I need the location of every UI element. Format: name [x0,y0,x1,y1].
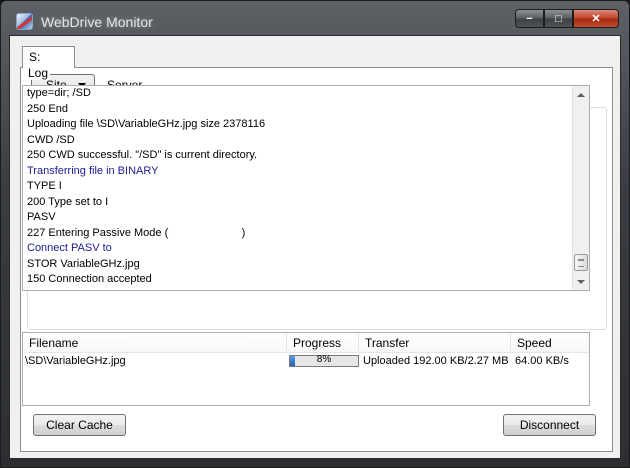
window-title: WebDrive Monitor [41,14,153,30]
tab-drive-s[interactable]: S: [22,46,75,68]
log-line: 250 CWD successful. "/SD" is current dir… [27,149,258,161]
webdrive-app-icon [16,13,33,30]
transfer-list-header: Filename Progress Transfer Speed [23,333,589,353]
log-line: Uploading file \SD\VariableGHz.jpg size … [27,118,266,130]
log-line: 150 Connection accepted [27,273,152,285]
log-lines: type=dir; /SD 250 End Uploading file \SD\V… [27,86,567,288]
transfer-list[interactable]: Filename Progress Transfer Speed \SD\Var… [22,332,590,406]
log-line: CWD /SD [27,133,75,146]
progress-bar: 8% [289,354,359,367]
log-scrollbar[interactable] [572,86,589,290]
scroll-up-arrow[interactable] [573,86,589,103]
maximize-button[interactable]: □ [544,9,573,28]
close-icon: ✕ [591,13,601,25]
log-textbox[interactable]: type=dir; /SD 250 End Uploading file \SD\V… [22,85,590,291]
filename-cell: \SD\VariableGHz.jpg [25,355,126,367]
table-row[interactable]: \SD\VariableGHz.jpg 8% Uploaded 192.00 K… [23,353,589,369]
close-button[interactable]: ✕ [573,9,619,28]
minimize-icon: − [526,12,533,25]
arrow-down-icon [577,279,585,284]
window-controls: − □ ✕ [515,9,619,29]
disconnect-button[interactable]: Disconnect [503,414,596,436]
log-line: PASV [27,211,56,223]
column-header-progress[interactable]: Progress [287,333,359,353]
arrow-up-icon [577,92,585,97]
log-line: 227 Entering Passive Mode ( ) [27,226,246,239]
client-area: S: Site Server Log type=dir; /SD250 EndU… [9,35,621,459]
transfer-cell: Uploaded 192.00 KB/2.27 MB [363,355,509,367]
log-line: 200 Type set to I [27,195,109,208]
log-line: Transferring file in BINARY [27,164,159,177]
log-line: 250 End [27,102,68,115]
app-window: WebDrive Monitor − □ ✕ S: Site Server Lo… [0,0,630,468]
log-line: TYPE I [27,180,62,192]
scroll-thumb[interactable] [574,254,588,271]
column-header-speed[interactable]: Speed [511,333,589,353]
speed-cell: 64.00 KB/s [515,355,569,367]
clear-cache-button[interactable]: Clear Cache [33,414,126,436]
log-line: STOR VariableGHz.jpg [27,257,140,270]
column-header-transfer[interactable]: Transfer [359,333,511,353]
log-group-label: Log [26,66,51,80]
maximize-icon: □ [555,12,562,25]
log-line: type=dir; /SD [27,87,91,99]
column-header-filename[interactable]: Filename [23,333,287,353]
title-bar[interactable]: WebDrive Monitor − □ ✕ [1,1,629,35]
minimize-button[interactable]: − [515,9,544,28]
log-line: Connect PASV to [27,242,112,254]
scroll-down-arrow[interactable] [573,273,589,290]
progress-text: 8% [316,354,332,365]
tab-label: S: [29,50,41,64]
